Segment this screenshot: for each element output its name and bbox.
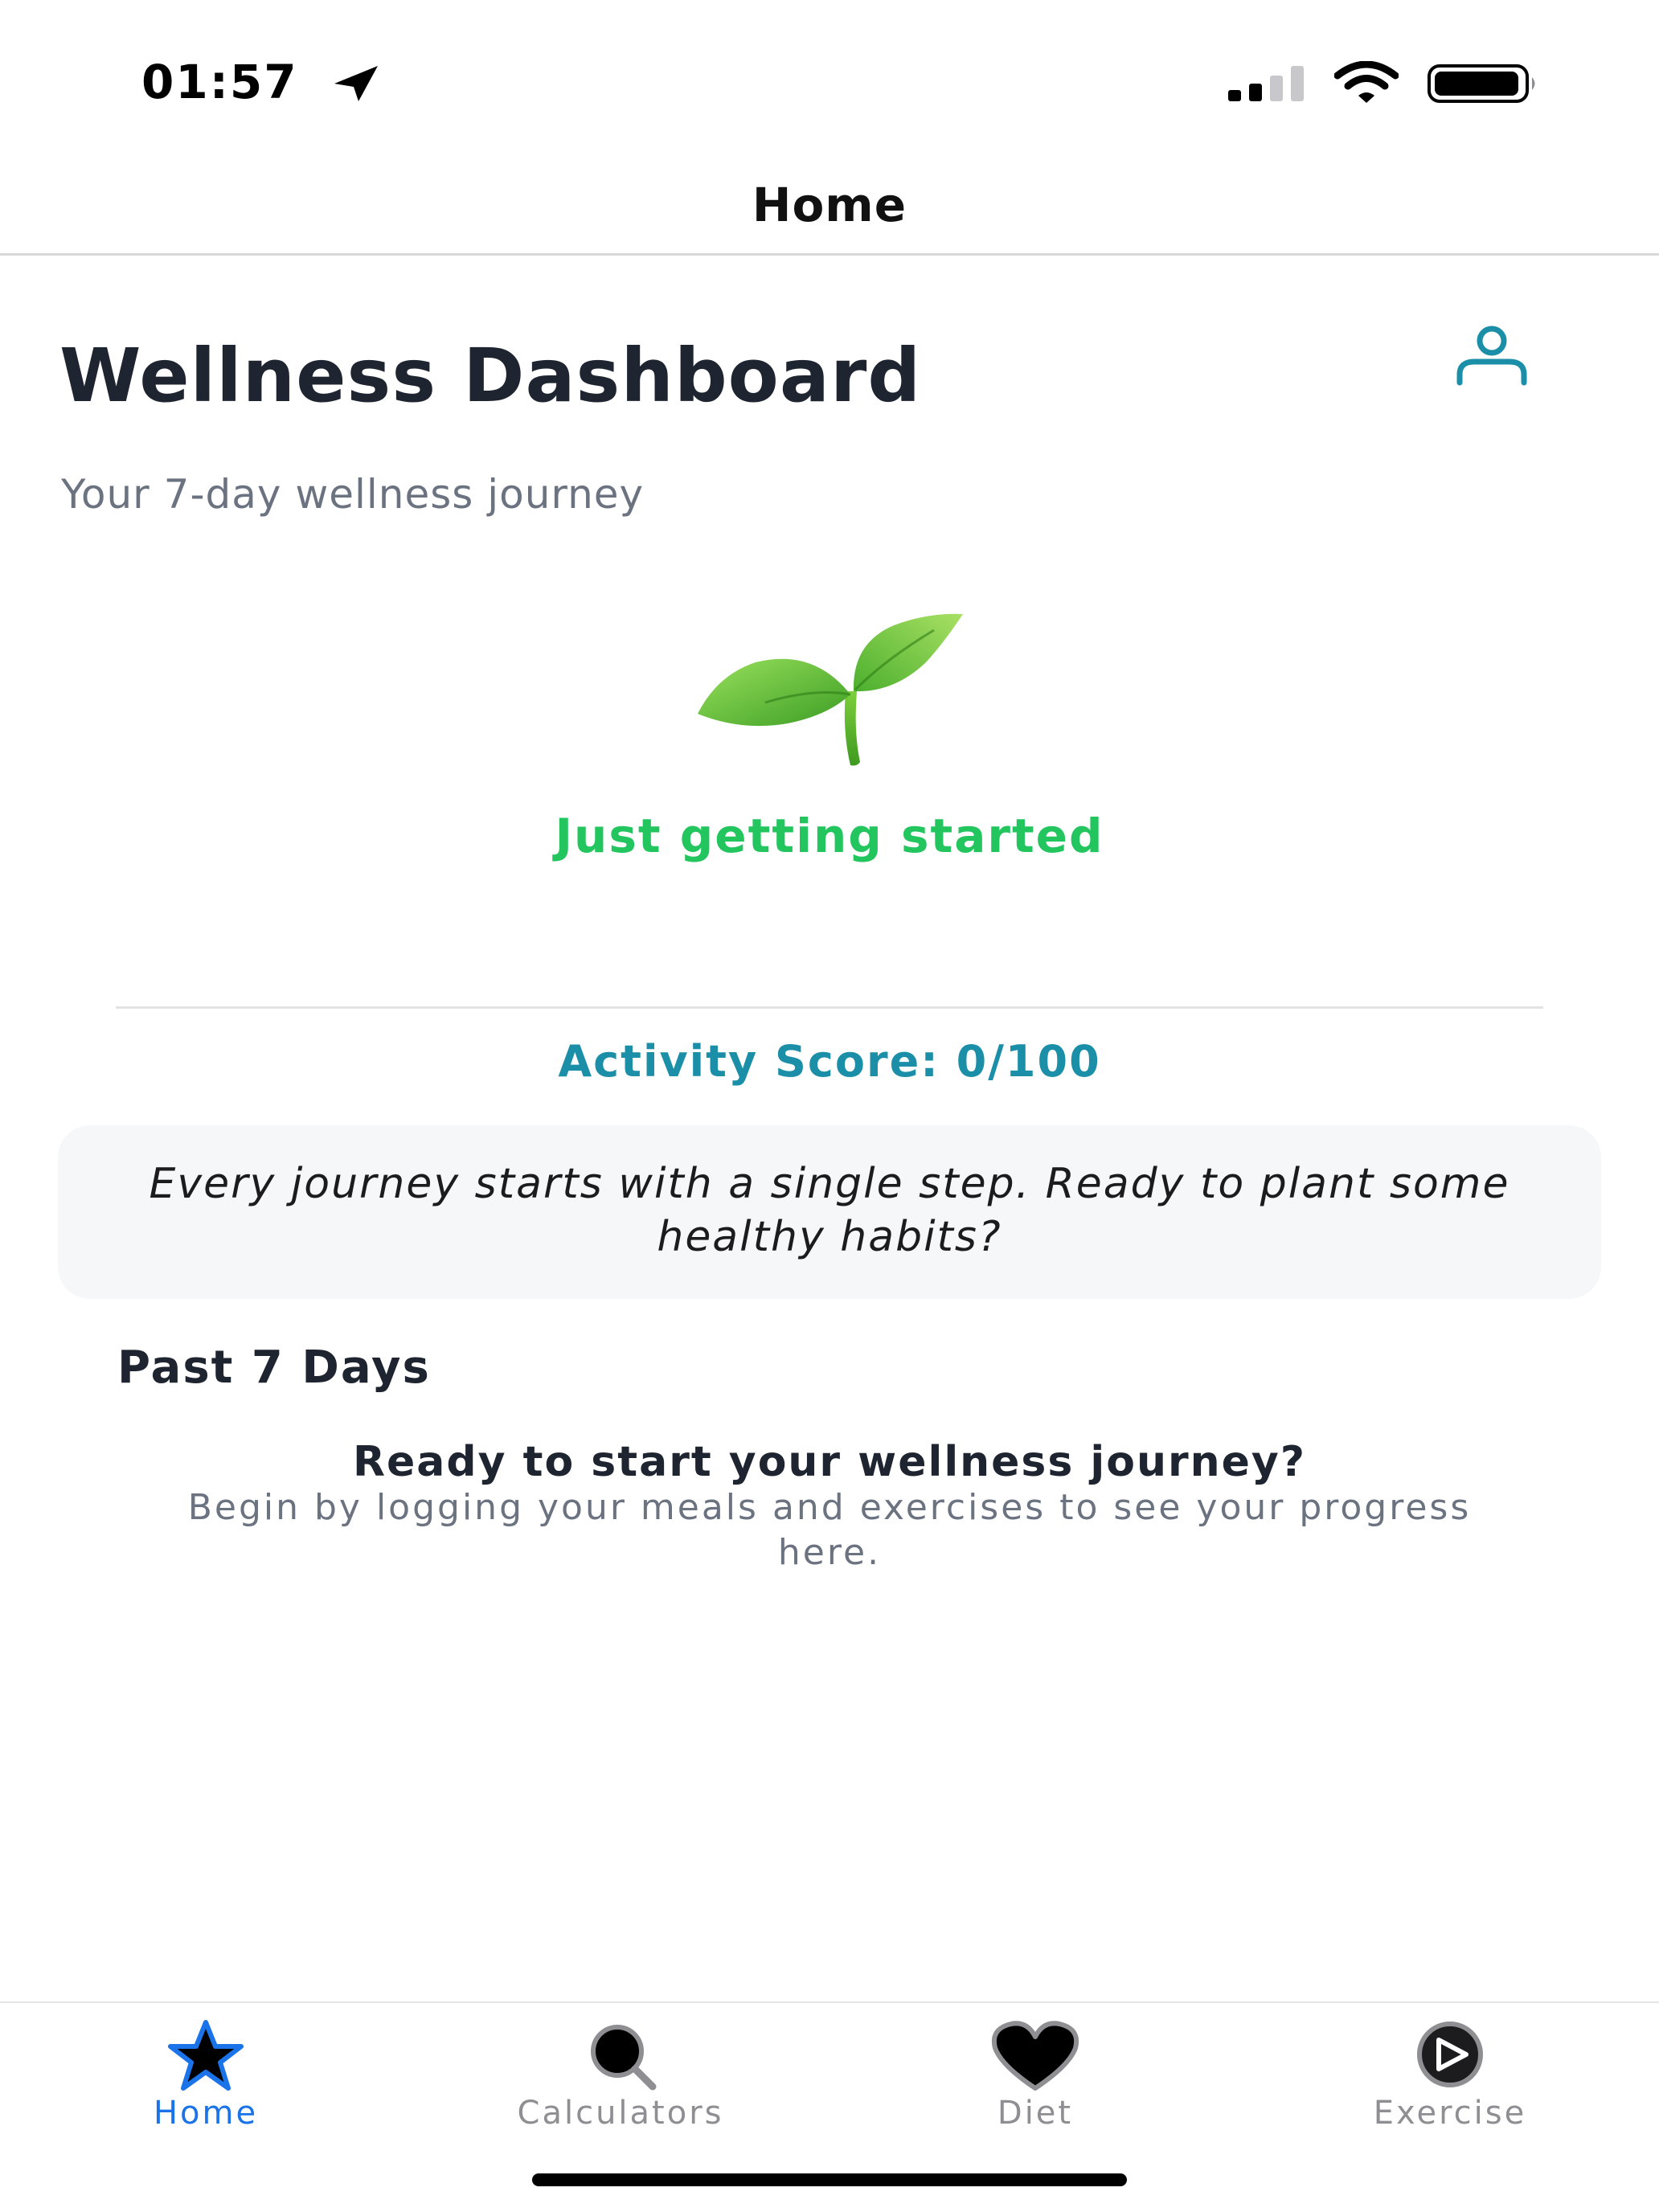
star-icon: [168, 2020, 244, 2091]
motivation-card: Every journey starts with a single step.…: [58, 1125, 1601, 1299]
navigation-bar: Home: [0, 153, 1659, 256]
empty-state-message: Begin by logging your meals and exercise…: [187, 1487, 1472, 1573]
tab-home-label: Home: [153, 2095, 259, 2132]
battery-icon: [1428, 64, 1535, 103]
page-title: Wellness Dashboard: [59, 333, 922, 419]
status-time: 01:57: [141, 55, 298, 109]
home-indicator[interactable]: [532, 2173, 1127, 2186]
wellness-status-text: Just getting started: [555, 809, 1104, 863]
tab-exercise[interactable]: Exercise: [1289, 2019, 1611, 2140]
status-bar: 01:57: [0, 0, 1659, 153]
page-subtitle: Your 7-day wellness journey: [61, 471, 645, 518]
heart-icon: [992, 2021, 1079, 2091]
tab-diet[interactable]: Diet: [875, 2019, 1196, 2140]
cellular-signal-icon: [1228, 66, 1304, 101]
search-icon: [591, 2025, 657, 2091]
location-arrow-icon: [334, 66, 378, 101]
tab-diet-label: Diet: [997, 2095, 1074, 2132]
motivation-quote: Every journey starts with a single step.…: [149, 1160, 1510, 1261]
tab-home[interactable]: Home: [45, 2019, 367, 2140]
nav-title: Home: [752, 178, 907, 232]
wifi-icon: [1334, 61, 1399, 103]
tab-calculators-label: Calculators: [517, 2095, 724, 2132]
tab-calculators[interactable]: Calculators: [460, 2019, 781, 2140]
seedling-icon: [698, 613, 963, 766]
empty-state-title: Ready to start your wellness journey?: [352, 1438, 1306, 1486]
divider: [116, 1006, 1543, 1009]
screen: 01:57 Home Wellness Dashboard Your 7-day…: [0, 0, 1659, 2212]
section-title-past-7-days: Past 7 Days: [117, 1342, 431, 1394]
play-circle-icon: [1417, 2022, 1483, 2087]
user-profile-icon[interactable]: [1452, 325, 1532, 386]
activity-score: Activity Score: 0/100: [558, 1036, 1101, 1087]
tab-exercise-label: Exercise: [1373, 2095, 1527, 2132]
